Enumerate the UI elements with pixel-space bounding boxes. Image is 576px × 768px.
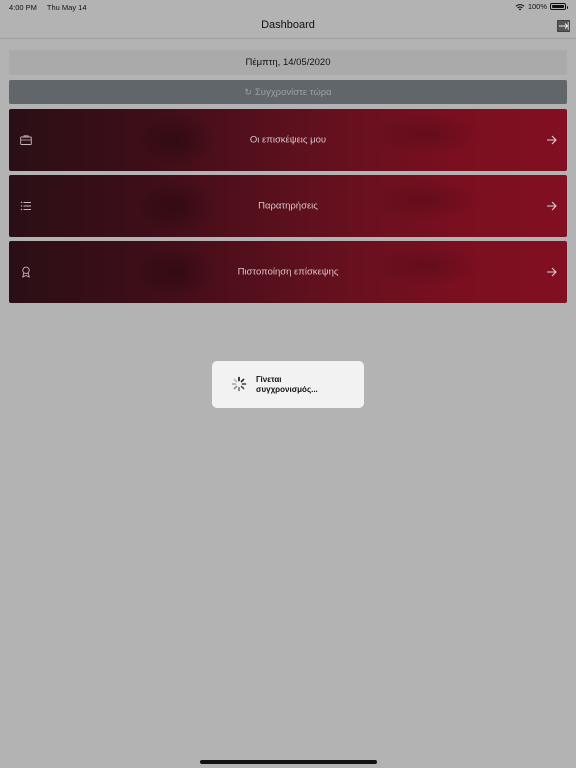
menu-card-visit-certification[interactable]: Πιστοποίηση επίσκεψης [9,241,567,303]
status-left: 4:00 PM Thu May 14 [9,3,95,12]
refresh-icon: ↻ [244,87,252,97]
menu-card-label: Οι επισκέψεις μου [249,134,327,146]
loading-line-2: συγχρονισμός... [256,385,318,394]
loading-hud: Γίνεται συγχρονισμός... [212,361,364,408]
status-bar: 4:00 PM Thu May 14 100% [0,0,576,14]
battery-icon [550,3,568,10]
battery-percent: 100% [527,2,547,11]
menu-card-my-visits[interactable]: Οι επισκέψεις μου [9,109,567,171]
wifi-icon [515,3,525,10]
loading-message: Γίνεται συγχρονισμός... [256,375,356,395]
status-right: 100% [515,2,568,11]
date-text: Πέμπτη, 14/05/2020 [245,57,331,68]
status-time: 4:00 PM [9,3,37,12]
nav-bar: Dashboard [0,14,576,39]
home-indicator[interactable] [200,760,377,764]
loading-line-1: Γίνεται [256,375,282,384]
page-title: Dashboard [261,19,315,31]
date-display: Πέμπτη, 14/05/2020 [9,50,567,75]
menu-card-label: Παρατηρήσεις [258,200,318,212]
spinner-icon [231,376,247,392]
menu-card-label: Πιστοποίηση επίσκεψης [237,266,339,278]
status-date: Thu May 14 [46,3,87,12]
logout-icon[interactable] [557,20,570,32]
sync-now-button[interactable]: ↻ Συγχρονίστε τώρα [9,80,567,104]
arrow-right-icon [547,267,557,277]
battery-fill [552,5,564,8]
arrow-right-icon [547,135,557,145]
sync-now-label: Συγχρονίστε τώρα [254,87,332,98]
menu-card-observations[interactable]: Παρατηρήσεις [9,175,567,237]
arrow-right-icon [547,201,557,211]
